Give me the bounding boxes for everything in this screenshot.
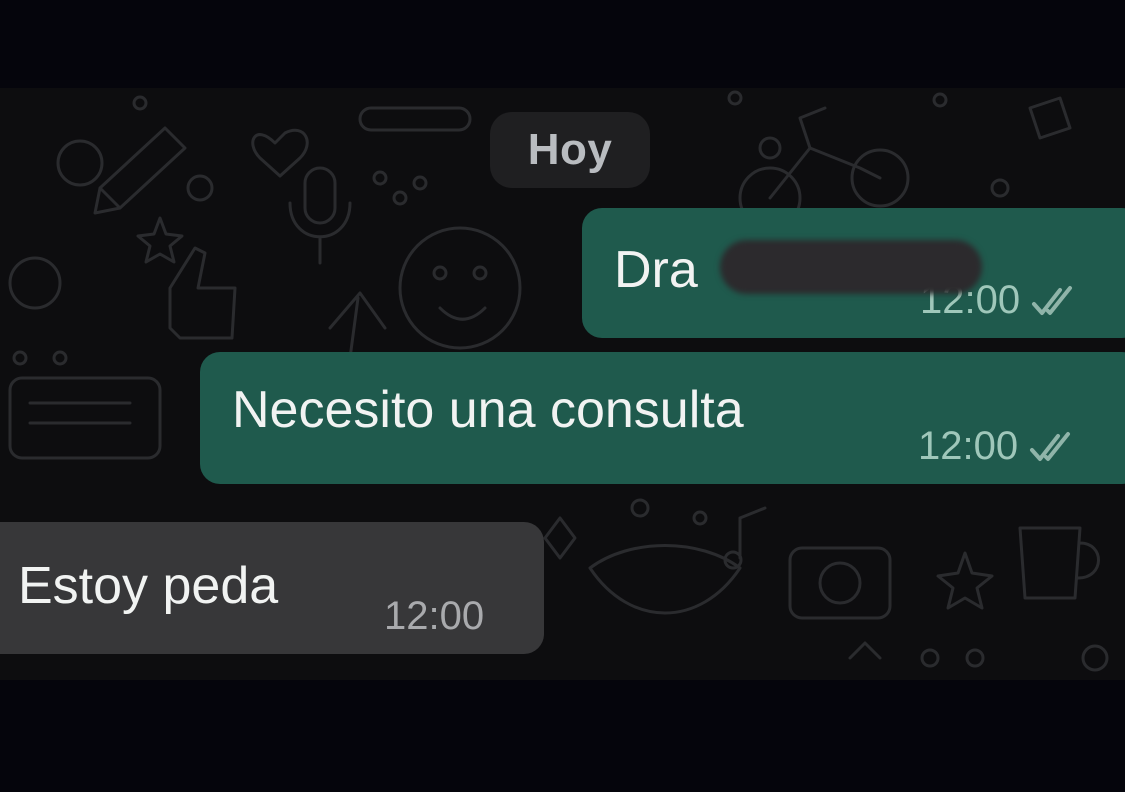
message-text: Dra bbox=[614, 241, 698, 299]
message-text: Necesito una consulta bbox=[232, 381, 744, 439]
message-meta: 12:00 bbox=[384, 594, 484, 639]
date-separator-chip: Hoy bbox=[490, 112, 650, 188]
message-text: Estoy peda bbox=[18, 557, 279, 615]
message-bubble-incoming[interactable]: Estoy peda 12:00 bbox=[0, 522, 544, 654]
double-check-icon bbox=[1030, 431, 1071, 461]
redaction-blur bbox=[720, 240, 982, 294]
message-time: 12:00 bbox=[384, 594, 485, 638]
message-time: 12:00 bbox=[918, 424, 1019, 468]
screenshot-frame: Hoy Dra 12:00 Necesito una consulta 12:0… bbox=[0, 0, 1125, 792]
message-meta: 12:00 bbox=[918, 424, 1076, 469]
double-check-icon bbox=[1032, 285, 1073, 315]
date-separator-label: Hoy bbox=[527, 125, 613, 174]
message-bubble-outgoing[interactable]: Necesito una consulta 12:00 bbox=[200, 352, 1125, 484]
